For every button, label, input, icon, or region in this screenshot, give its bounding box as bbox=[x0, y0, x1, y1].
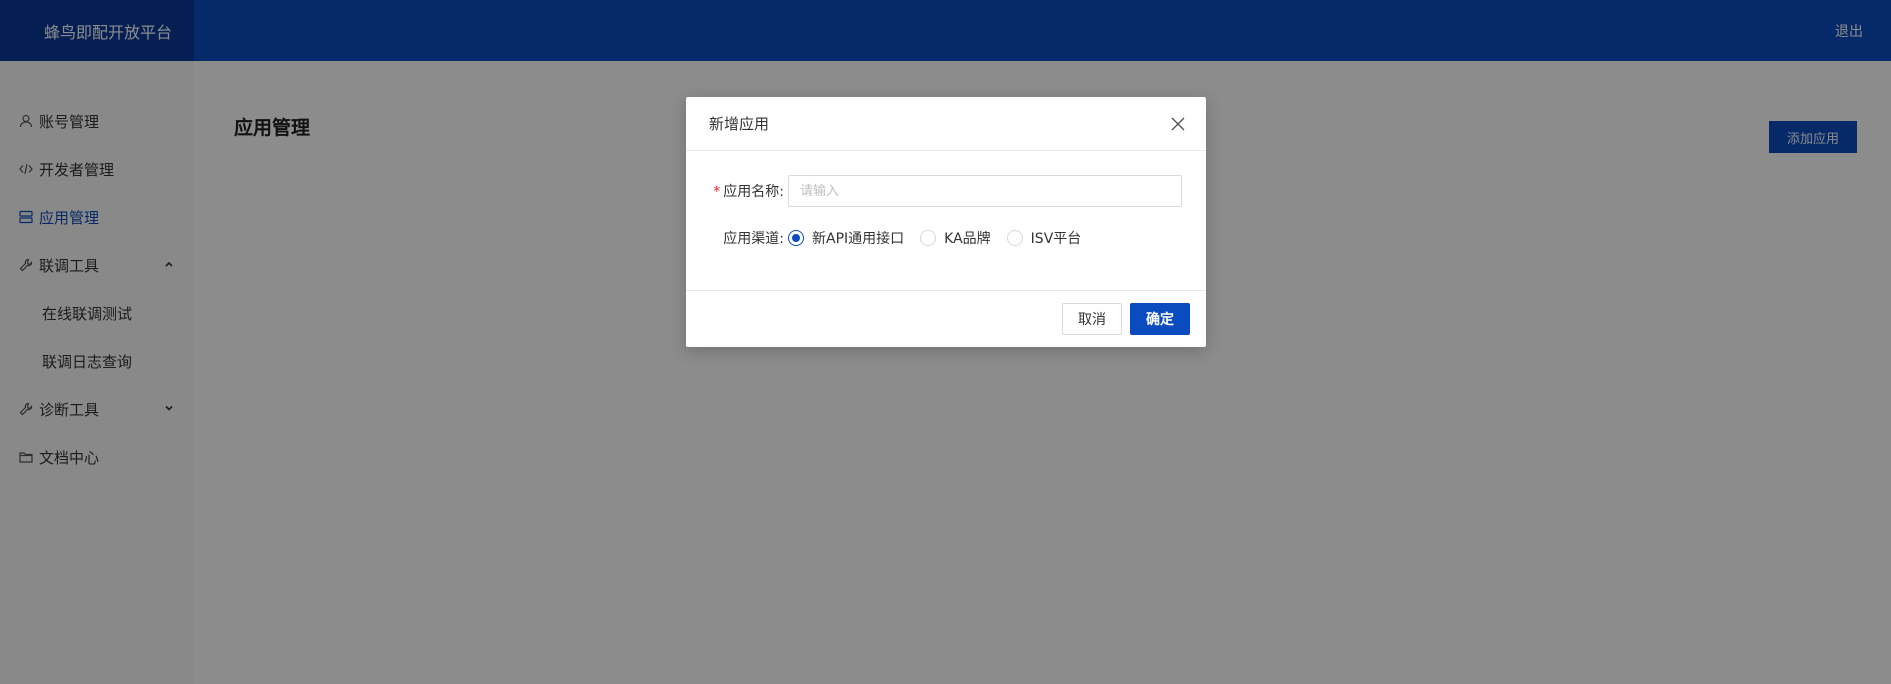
modal-footer: 取消 确定 bbox=[686, 291, 1206, 346]
radio-checked-icon bbox=[788, 230, 804, 246]
app-name-label: * 应用名称: bbox=[713, 184, 784, 200]
radio-label: 新API通用接口 bbox=[812, 231, 905, 247]
close-icon[interactable] bbox=[1170, 116, 1186, 132]
new-app-modal: 新增应用 *应用名称: 应用渠道: 新API通用接口 KA品牌 ISV平台 取消… bbox=[686, 97, 1206, 347]
channel-radio-isv[interactable]: ISV平台 bbox=[1006, 228, 1082, 248]
radio-unchecked-icon bbox=[1006, 230, 1023, 246]
modal-title: 新增应用 bbox=[709, 115, 770, 133]
required-mark: * bbox=[713, 184, 721, 200]
confirm-button[interactable]: 确定 bbox=[1130, 302, 1190, 335]
modal-body: *应用名称: 应用渠道: 新API通用接口 KA品牌 ISV平台 bbox=[686, 151, 1206, 291]
modal-header: 新增应用 bbox=[686, 97, 1206, 151]
radio-label: KA品牌 bbox=[944, 231, 991, 247]
channel-radio-new-api[interactable]: 新API通用接口 bbox=[788, 228, 904, 248]
app-name-input[interactable] bbox=[788, 175, 1182, 207]
radio-unchecked-icon bbox=[920, 230, 937, 246]
app-name-row: * 应用名称: bbox=[686, 175, 1182, 207]
app-channel-label: 应用渠道: bbox=[723, 231, 784, 247]
radio-label: ISV平台 bbox=[1030, 231, 1082, 247]
cancel-button[interactable]: 取消 bbox=[1062, 302, 1122, 335]
channel-radio-ka[interactable]: KA品牌 bbox=[920, 228, 991, 248]
app-channel-row: 应用渠道: 新API通用接口 KA品牌 ISV平台 bbox=[686, 228, 1097, 248]
